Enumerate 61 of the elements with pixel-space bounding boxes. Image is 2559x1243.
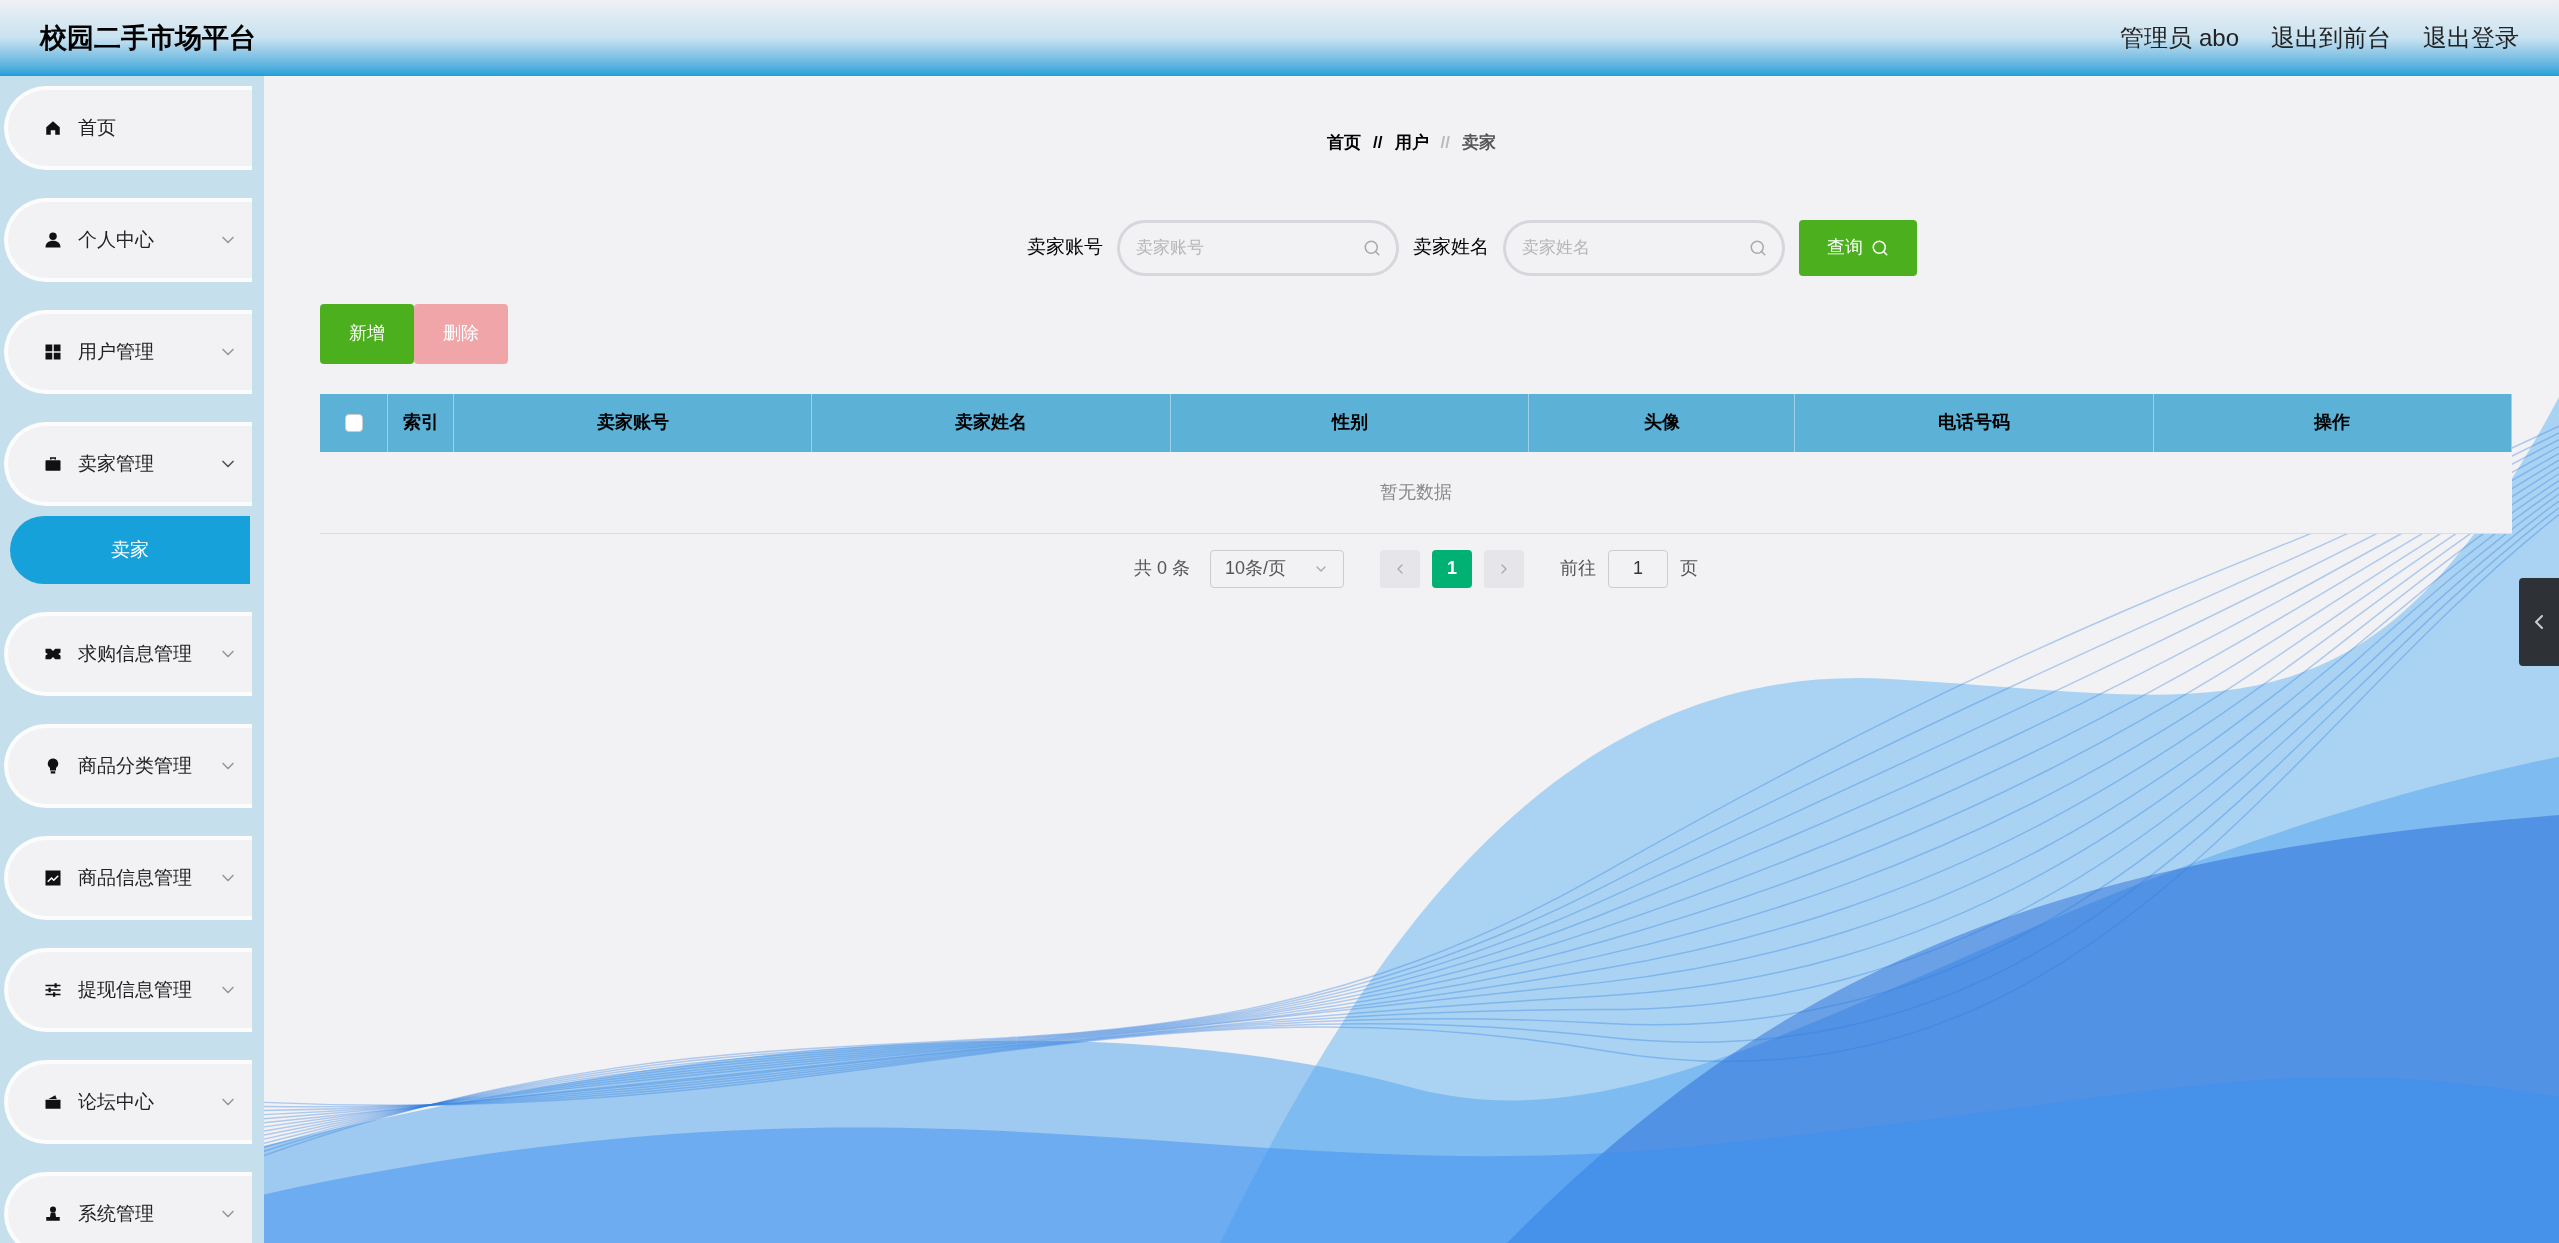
sliders-icon — [44, 981, 62, 999]
column-header: 操作 — [2153, 393, 2513, 452]
header-link[interactable]: 退出登录 — [2423, 20, 2519, 56]
header-link[interactable]: 退出到前台 — [2271, 20, 2391, 56]
menu-item[interactable]: 论坛中心 — [4, 1060, 252, 1144]
goto-suffix: 页 — [1680, 557, 1698, 580]
page-size-select[interactable]: 10条/页 — [1210, 549, 1344, 588]
page-input[interactable]: 1 — [1608, 549, 1668, 588]
column-header: 卖家姓名 — [812, 393, 1171, 452]
menu-label: 商品信息管理 — [78, 865, 193, 890]
grid-icon — [44, 343, 62, 361]
menu-item[interactable]: 系统管理 — [4, 1172, 252, 1243]
breadcrumb-link[interactable]: 卖家 — [1461, 130, 1496, 156]
breadcrumb-separator: // — [1373, 132, 1383, 154]
empty-message: 暂无数据 — [1380, 480, 1452, 504]
home-icon — [44, 119, 62, 137]
menu-item[interactable]: 商品信息管理 — [4, 836, 252, 920]
menu-item[interactable]: 商品分类管理 — [4, 724, 252, 808]
breadcrumb-separator: // — [1440, 132, 1450, 154]
menu-label: 用户管理 — [78, 339, 155, 364]
briefcase-icon — [44, 455, 62, 473]
user-icon — [44, 231, 62, 249]
search-icon — [1870, 238, 1889, 257]
search-field[interactable]: 卖家姓名 — [1502, 219, 1785, 276]
column-header: 电话号码 — [1795, 393, 2154, 452]
chart-icon — [44, 869, 62, 887]
menu-item[interactable]: 求购信息管理 — [4, 612, 252, 696]
menu-label: 首页 — [78, 115, 117, 140]
next-page-button[interactable] — [1484, 549, 1524, 588]
breadcrumb-link[interactable]: 首页 — [1327, 130, 1362, 156]
checkbox[interactable] — [344, 413, 363, 432]
menu-item[interactable]: 首页 — [4, 86, 252, 170]
column-header: 索引 — [388, 393, 454, 452]
search-field[interactable]: 卖家账号 — [1116, 219, 1399, 276]
menu-label: 提现信息管理 — [78, 977, 193, 1002]
menu-label: 求购信息管理 — [78, 641, 193, 666]
field-label: 卖家姓名 — [1412, 235, 1489, 260]
column-header: 卖家账号 — [454, 393, 813, 452]
app-title: 校园二手市场平台 — [40, 21, 256, 55]
menu-item[interactable]: 卖家管理 — [4, 422, 252, 506]
search-icon — [1748, 238, 1767, 257]
menu-item[interactable]: 用户管理 — [4, 310, 252, 394]
field-label: 卖家账号 — [1026, 235, 1103, 260]
menu-item[interactable]: 提现信息管理 — [4, 948, 252, 1032]
menu-label: 卖家管理 — [78, 451, 155, 476]
menu-label: 论坛中心 — [78, 1089, 155, 1114]
collapse-tab[interactable] — [2519, 578, 2559, 666]
menu-item[interactable]: 个人中心 — [4, 198, 252, 282]
wallet-icon — [44, 1093, 62, 1111]
user-label: 管理员 abo — [2120, 23, 2239, 53]
previous-page-button[interactable] — [1380, 549, 1420, 588]
stamp-icon — [44, 1205, 62, 1223]
search-icon — [1362, 238, 1381, 257]
column-header: 头像 — [1529, 393, 1796, 452]
total-count: 共 0 条 — [1134, 557, 1190, 580]
menu-label: 系统管理 — [78, 1201, 155, 1226]
goto-label: 前往 — [1560, 557, 1596, 580]
column-header: 性别 — [1170, 393, 1530, 452]
menu-label: 个人中心 — [78, 227, 155, 252]
menu-label: 商品分类管理 — [78, 753, 193, 778]
breadcrumb-link[interactable]: 用户 — [1394, 130, 1429, 156]
